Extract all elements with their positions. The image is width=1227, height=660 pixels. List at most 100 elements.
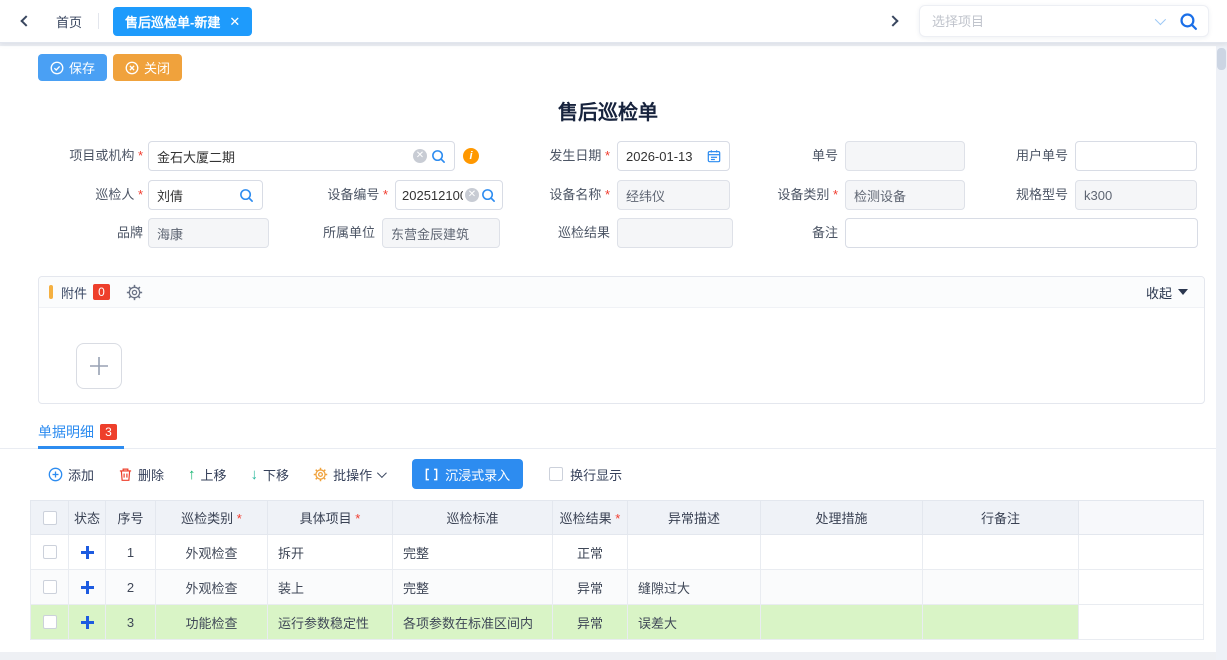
clear-icon[interactable]: ✕	[465, 188, 479, 202]
tab-detail-list[interactable]: 单据明细 3	[38, 422, 117, 442]
save-button[interactable]: 保存	[38, 54, 107, 81]
cell-item[interactable]: 拆开	[268, 535, 393, 570]
cell-standard[interactable]: 完整	[393, 535, 553, 570]
search-icon[interactable]	[481, 188, 496, 203]
cell-measure[interactable]	[761, 535, 923, 570]
date-field-label: 发生日期	[510, 141, 610, 171]
immersive-entry-button[interactable]: 沉浸式录入	[412, 459, 523, 489]
collapse-label: 收起	[1146, 283, 1172, 302]
cell-line-remark[interactable]	[923, 570, 1079, 605]
batch-operation-button[interactable]: 批操作	[313, 465, 384, 484]
add-row-button[interactable]: 添加	[48, 465, 94, 484]
immersive-label: 沉浸式录入	[445, 465, 510, 484]
tab-home[interactable]: 首页	[56, 12, 82, 31]
arrow-up-icon: ↑	[188, 466, 196, 483]
row-status-plus-icon[interactable]	[81, 546, 94, 559]
plus-icon	[87, 354, 111, 378]
detail-toolbar: 添加 删除 ↑ 上移 ↓ 下移 批操作 沉浸式录入 换行显示	[48, 459, 622, 489]
active-tab-label: 售后巡检单-新建	[125, 12, 220, 31]
close-button[interactable]: 关闭	[113, 54, 182, 81]
chevron-down-icon	[377, 468, 387, 478]
section-marker	[49, 285, 53, 299]
attachments-title: 附件	[61, 283, 87, 302]
cell-result[interactable]: 正常	[553, 535, 628, 570]
cell-abnormal[interactable]: 误差大	[628, 605, 761, 640]
spec-value: k300	[1084, 188, 1188, 203]
clear-icon[interactable]: ✕	[413, 149, 427, 163]
spec-input: k300	[1075, 180, 1197, 210]
collapse-toggle[interactable]: 收起	[1146, 283, 1188, 302]
caret-down-icon	[1178, 289, 1188, 295]
inspector-input[interactable]: 刘倩	[148, 180, 263, 210]
move-down-button[interactable]: ↓ 下移	[251, 465, 290, 484]
cell-result[interactable]: 异常	[553, 570, 628, 605]
search-icon[interactable]	[431, 149, 446, 164]
delete-label: 删除	[138, 465, 164, 484]
select-all-header-cell	[31, 501, 69, 535]
cell-item[interactable]: 装上	[268, 570, 393, 605]
project-field-label: 项目或机构	[40, 141, 143, 171]
device-type-field-label: 设备类别	[738, 180, 838, 210]
gear-icon[interactable]	[126, 284, 143, 301]
chevron-down-icon[interactable]	[1155, 14, 1166, 25]
cell-line-remark[interactable]	[923, 605, 1079, 640]
cell-measure[interactable]	[761, 605, 923, 640]
cell-line-remark[interactable]	[923, 535, 1079, 570]
scrollbar-thumb[interactable]	[1217, 48, 1226, 70]
wrap-display-label: 换行显示	[570, 465, 622, 484]
project-select-input[interactable]	[932, 14, 1155, 29]
spec-field-label: 规格型号	[968, 180, 1068, 210]
select-all-checkbox[interactable]	[43, 511, 57, 525]
project-input[interactable]: 金石大厦二期 ✕	[148, 141, 455, 171]
cell-abnormal[interactable]	[628, 535, 761, 570]
date-input[interactable]: 2026-01-13	[617, 141, 730, 171]
nav-forward-icon[interactable]	[889, 17, 897, 25]
device-no-field-label: 设备编号	[288, 180, 388, 210]
detail-tab-label: 单据明细	[38, 422, 94, 442]
wrap-display-checkbox[interactable]	[549, 467, 563, 481]
tab-close-icon[interactable]: ✕	[229, 15, 240, 28]
inspector-value: 刘倩	[157, 186, 235, 205]
cell-category[interactable]: 外观检查	[156, 535, 268, 570]
cell-category[interactable]: 外观检查	[156, 570, 268, 605]
cell-abnormal[interactable]: 缝隙过大	[628, 570, 761, 605]
device-no-input[interactable]: 2025121003 ✕	[395, 180, 503, 210]
row-status-plus-icon[interactable]	[81, 616, 94, 629]
unit-field-label: 所属单位	[275, 218, 375, 248]
info-icon[interactable]: i	[463, 148, 479, 164]
row-seq-cell: 1	[106, 535, 156, 570]
cell-item[interactable]: 运行参数稳定性	[268, 605, 393, 640]
user-order-no-input[interactable]	[1075, 141, 1197, 171]
vertical-scrollbar[interactable]	[1216, 46, 1227, 660]
cell-measure[interactable]	[761, 570, 923, 605]
remark-input[interactable]	[845, 218, 1198, 248]
cell-category[interactable]: 功能检查	[156, 605, 268, 640]
calendar-icon[interactable]	[707, 149, 721, 163]
delete-row-button[interactable]: 删除	[118, 465, 164, 484]
cell-standard[interactable]: 各项参数在标准区间内	[393, 605, 553, 640]
device-type-input: 检测设备	[845, 180, 965, 210]
top-tab-bar: 首页 售后巡检单-新建 ✕	[0, 0, 1227, 43]
row-checkbox[interactable]	[43, 545, 57, 559]
filler-cell	[1079, 535, 1204, 570]
brand-value: 海康	[157, 224, 260, 243]
gear-icon	[313, 467, 328, 482]
row-checkbox[interactable]	[43, 580, 57, 594]
search-icon[interactable]	[239, 188, 254, 203]
circle-plus-icon	[48, 467, 63, 482]
search-icon[interactable]	[1179, 12, 1198, 31]
filler-cell	[1079, 570, 1204, 605]
tab-inspection-form-new[interactable]: 售后巡检单-新建 ✕	[113, 7, 252, 36]
brand-input: 海康	[148, 218, 269, 248]
cell-result[interactable]: 异常	[553, 605, 628, 640]
upload-attachment-button[interactable]	[76, 343, 122, 389]
nav-back-icon[interactable]	[22, 17, 30, 25]
column-header-line_remark: 行备注	[923, 501, 1079, 535]
form-page: 保存 关闭 售后巡检单 项目或机构 金石大厦二期 ✕ i 发生日期 2026-0…	[0, 46, 1216, 652]
row-status-plus-icon[interactable]	[81, 581, 94, 594]
move-up-button[interactable]: ↑ 上移	[188, 465, 227, 484]
row-checkbox[interactable]	[43, 615, 57, 629]
attachments-count-badge: 0	[93, 284, 110, 300]
arrow-down-icon: ↓	[251, 466, 259, 483]
cell-standard[interactable]: 完整	[393, 570, 553, 605]
